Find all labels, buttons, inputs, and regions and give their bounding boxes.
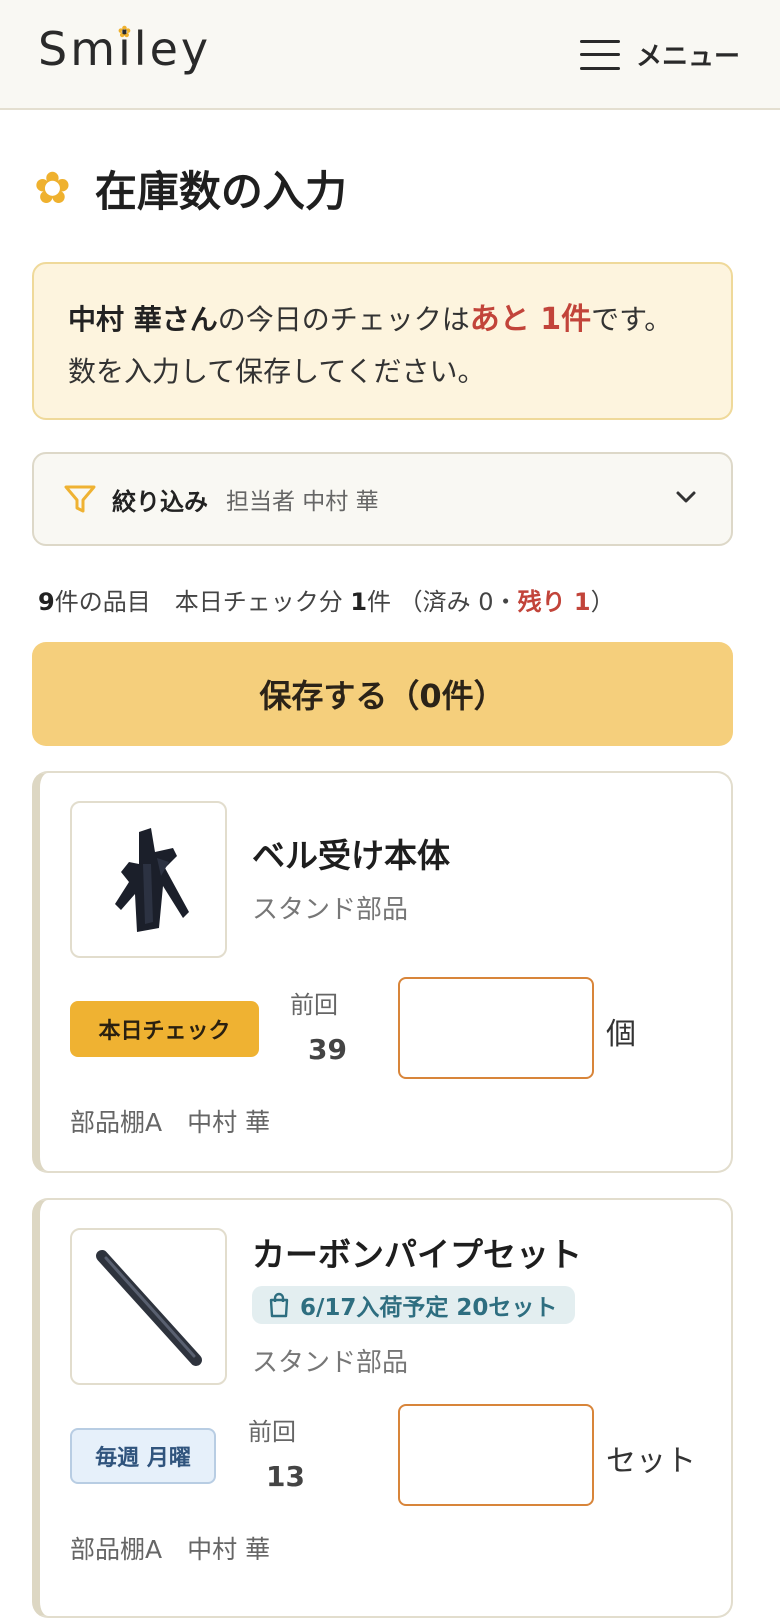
previous-value: 39: [308, 1033, 347, 1066]
notice-user-name: 中村 華さん: [68, 303, 218, 336]
flower-icon: ✿: [34, 162, 71, 214]
page-title: 在庫数の入力: [94, 167, 347, 216]
bell-holder-image: [114, 827, 189, 932]
filter-value: 担当者 中村 華: [226, 489, 379, 515]
filter-icon: [64, 485, 96, 513]
assigned-person: 中村 華: [187, 1535, 271, 1564]
previous-label: 前回: [248, 1418, 296, 1446]
product-image: [70, 1228, 227, 1385]
quantity-input[interactable]: [398, 977, 594, 1079]
assigned-person: 中村 華: [187, 1108, 271, 1137]
product-name: ベル受け本体: [252, 836, 450, 875]
chevron-down-icon: [676, 491, 696, 503]
arrival-badge: 6/17入荷予定 20セット: [252, 1286, 576, 1324]
unit-label: セット: [606, 1444, 696, 1479]
filter-dropdown[interactable]: 絞り込み 担当者 中村 華: [32, 452, 733, 546]
location-person: 部品棚A 中村 華: [70, 1530, 270, 1566]
product-card: カーボンパイプセット 6/17入荷予定 20セット スタンド部品 毎週 月曜 前…: [32, 1198, 733, 1618]
app-header: Sm ✿ iley メニュー: [0, 0, 780, 110]
previous-value: 13: [266, 1460, 305, 1493]
product-image: [70, 801, 227, 958]
today-count: 1: [350, 588, 368, 616]
smiley-logo[interactable]: Sm ✿ iley: [38, 22, 211, 76]
today-check-badge: 本日チェック: [70, 1001, 259, 1057]
product-category: スタンド部品: [252, 895, 409, 925]
previous-label: 前回: [290, 991, 338, 1019]
hamburger-icon: [579, 39, 620, 70]
carbon-pipe-image: [95, 1249, 202, 1366]
remaining-count: 残り 1: [517, 588, 591, 616]
items-summary: 9件の品目 本日チェック分 1件 （済み 0・残り 1）: [38, 582, 615, 617]
notice-remaining: あと 1件: [469, 302, 592, 337]
unit-label: 個: [606, 1017, 636, 1052]
storage-location: 部品棚A: [70, 1535, 163, 1564]
item-count: 9: [38, 588, 55, 616]
logo-flower-icon: ✿: [117, 22, 135, 41]
location-person: 部品棚A 中村 華: [70, 1103, 270, 1139]
today-label: 件 （済み 0・: [367, 588, 518, 616]
menu-button[interactable]: メニュー: [579, 36, 740, 73]
notice-text-1: の今日のチェックは: [217, 303, 470, 336]
page-title-row: ✿ 在庫数の入力: [34, 158, 347, 219]
weekly-schedule-badge: 毎週 月曜: [70, 1428, 216, 1484]
product-card: ベル受け本体 スタンド部品 本日チェック 前回 39 個 部品棚A 中村 華: [32, 771, 733, 1173]
menu-label: メニュー: [635, 42, 740, 72]
shopping-bag-icon: [269, 1292, 289, 1318]
product-category: スタンド部品: [252, 1348, 409, 1378]
arrival-text: 6/17入荷予定 20セット: [300, 1295, 558, 1321]
filter-label: 絞り込み: [112, 487, 208, 516]
today-check-notice: 中村 華さんの今日のチェックはあと 1件です。数を入力して保存してください。: [32, 262, 733, 420]
storage-location: 部品棚A: [70, 1108, 163, 1137]
quantity-input[interactable]: [398, 1404, 594, 1506]
save-button[interactable]: 保存する（0件）: [32, 642, 733, 746]
logo-text-end: ley: [133, 22, 212, 76]
items-label: 件の品目 本日チェック分: [54, 588, 351, 616]
summary-close: ）: [590, 588, 615, 616]
product-name: カーボンパイプセット: [252, 1235, 582, 1274]
logo-text-start: Sm: [38, 22, 119, 76]
